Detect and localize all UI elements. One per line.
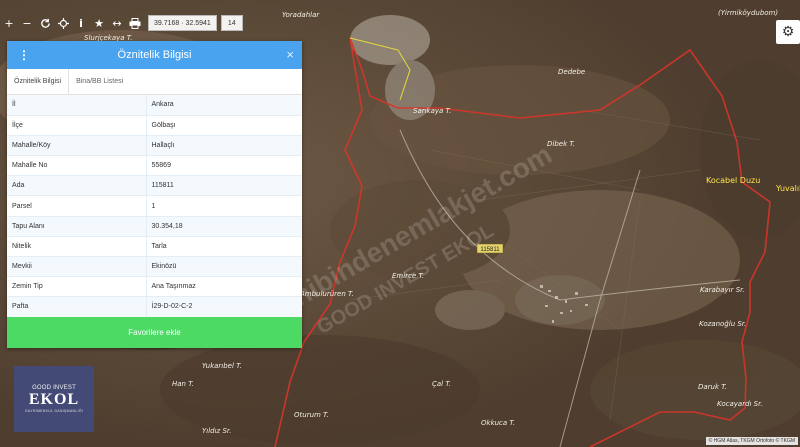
attribute-value: Ana Taşınmaz [146,276,302,298]
place-label: Kocayardı Sr. [717,400,763,408]
place-label: Dibek T. [547,140,575,148]
zoom-level: 14 [220,15,243,31]
place-label: Yuvalık [775,184,800,193]
place-label: Yukarıbel T. [202,362,242,370]
panel-title: Öznitelik Bilgisi [117,49,192,61]
attribute-key: Tapu Alanı [7,216,147,237]
place-label: Dedebe [558,68,585,76]
attribute-row: Parsel 1 [7,195,302,217]
place-label: Han T. [172,380,194,388]
place-label: Çal T. [432,380,451,388]
place-label: Okkuca T. [481,419,515,427]
add-to-favorites-button[interactable]: Favorilere ekle [7,317,302,348]
settings-button[interactable]: ⚙ [776,20,800,44]
attribute-value: Ankara [146,95,302,116]
attribute-value: Hallaçlı [146,135,302,157]
place-label: Daruk T. [698,383,727,391]
attribute-value: İ29-D-02-C-2 [146,296,302,318]
logo-sub-text: GAYRİMENKUL DANIŞMANLIĞI [24,409,84,413]
attribute-row: Tapu Alanı 30.354,18 [7,216,302,237]
attribute-row: Ada 115811 [7,175,302,197]
place-label: Yoradahlar [282,11,320,19]
attribute-value: 1 [146,195,302,217]
attribute-value: 55869 [146,155,302,177]
attribute-value: Tarla [146,236,302,258]
attribute-key: İlçe [7,115,147,136]
print-icon[interactable] [126,13,144,33]
zoom-out-icon[interactable]: − [18,13,36,33]
attribute-key: Mahalle No [7,155,147,177]
panel-header: ⋮ Öznitelik Bilgisi × [7,41,302,69]
place-label: (Yirmiköydubom) [718,9,778,17]
parcel-tag: 115811 [480,247,500,253]
attribute-row: Zemin Tip Ana Taşınmaz [7,276,302,298]
attribute-row: Mahalle/Köy Hallaçlı [7,135,302,157]
attribute-key: Mahalle/Köy [7,135,147,157]
place-label: Sarıkaya T. [413,107,451,115]
tab-building-list[interactable]: Bina/BB Listesi [69,69,130,94]
attribute-value: 30.354,18 [146,216,302,237]
zoom-in-icon[interactable]: + [0,13,18,33]
refresh-icon[interactable] [36,13,54,33]
attribute-key: Mevkii [7,256,147,278]
gear-icon: ⚙ [781,24,795,40]
attribute-panel: ⋮ Öznitelik Bilgisi × Öznitelik Bilgisi … [7,41,302,348]
tab-attributes[interactable]: Öznitelik Bilgisi [7,69,70,94]
menu-icon[interactable]: ⋮ [18,48,30,62]
measure-icon[interactable]: ↔ [108,13,126,33]
place-label: Oturum T. [294,411,329,419]
attribute-row: Pafta İ29-D-02-C-2 [7,296,302,318]
panel-tabs: Öznitelik Bilgisi Bina/BB Listesi [7,69,302,95]
coordinate-readout: 39.7168 · 32.5941 [148,15,217,31]
attribute-key: Nitelik [7,236,147,258]
attribute-row: Mevkii Ekinözü [7,256,302,278]
logo-main-text: EKOL [28,391,80,408]
place-label: Yıldız Sr. [202,427,231,435]
attribute-row: Nitelik Tarla [7,236,302,258]
attribute-key: Pafta [7,296,147,318]
attribute-table: İl Ankara İlçe Gölbaşı Mahalle/Köy Hallaçlı Ma… [7,95,302,318]
attribute-key: Zemin Tip [7,276,147,298]
attribute-row: İl Ankara [7,95,302,116]
attribute-key: Ada [7,175,147,197]
attribute-key: Parsel [7,195,147,217]
attribute-value: Gölbaşı [146,115,302,136]
map-attribution[interactable]: © HGM Atlas, TKGM Ortofoto © TKGM [705,437,798,445]
close-icon[interactable]: × [286,47,294,62]
place-label: Kocabel Duzu [706,176,760,185]
star-icon[interactable]: ★ [90,13,108,33]
place-label: Kozanoğlu Sr. [699,320,746,328]
attribute-key: İl [7,95,147,116]
map-toolbar: + − i ★ ↔ 39.7168 · 32.5941 14 [0,13,243,33]
attribute-row: Mahalle No 55869 [7,155,302,177]
place-label: Karabayır Sr. [700,286,745,294]
brand-logo: GOOD INVEST EKOL GAYRİMENKUL DANIŞMANLIĞ… [14,366,94,432]
attribute-value: 115811 [146,175,302,197]
info-icon[interactable]: i [72,13,90,33]
locate-icon[interactable] [54,13,72,33]
attribute-row: İlçe Gölbaşı [7,115,302,136]
attribute-value: Ekinözü [146,256,302,278]
